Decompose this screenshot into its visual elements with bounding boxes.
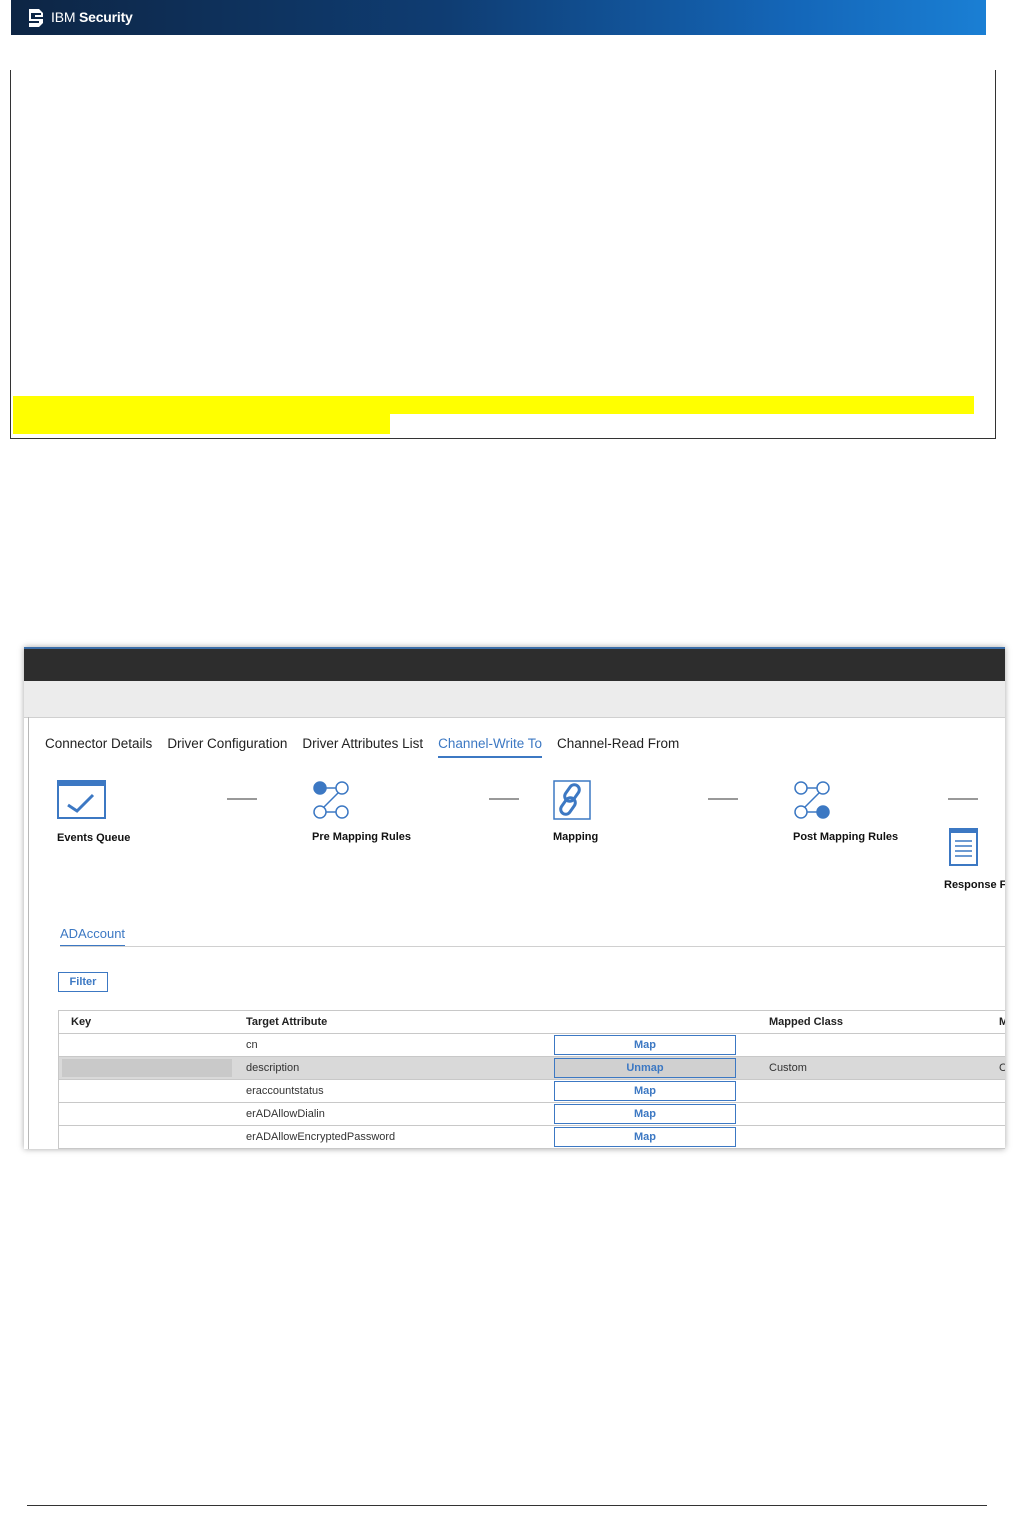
step-response[interactable]: Response F [944,828,1005,891]
target-attribute-cell: eraccountstatus [246,1085,324,1097]
mapped-class-cell: Custom [769,1062,807,1074]
target-attribute-cell: erADAllowDialin [246,1108,325,1120]
highlight-line-1 [13,396,974,414]
brand-suffix: Security [79,9,133,25]
pre-mapping-rules-icon [313,781,349,819]
tab-adaccount[interactable]: ADAccount [60,926,126,947]
tab-driver-attributes-list[interactable]: Driver Attributes List [302,736,423,758]
tab-connector-details[interactable]: Connector Details [45,736,152,758]
map-button[interactable]: Map [554,1035,736,1055]
column-header-truncated[interactable]: M [999,1011,1005,1033]
table-row[interactable]: erADAllowEncryptedPassword Map [59,1126,1005,1149]
step-connector [227,798,257,800]
connector-tabs: Connector Details Driver Configuration D… [45,736,694,758]
events-queue-icon [57,780,106,819]
response-document-icon [949,828,978,866]
app-screenshot: Connector Details Driver Configuration D… [24,647,1005,1149]
table-row[interactable]: cn Map [59,1034,1005,1057]
table-row-selected[interactable]: description Unmap Custom C [59,1057,1005,1080]
step-label: Mapping [553,831,599,843]
unmap-button[interactable]: Unmap [554,1058,736,1078]
step-connector [489,798,519,800]
truncated-cell: C [999,1062,1005,1074]
step-connector [708,798,738,800]
step-pre-mapping-rules[interactable]: Pre Mapping Rules [312,780,411,843]
app-toolbar [24,681,1005,718]
table-row[interactable]: eraccountstatus Map [59,1080,1005,1103]
table-row[interactable]: erADAllowDialin Map [59,1103,1005,1126]
tab-channel-write-to[interactable]: Channel-Write To [438,736,542,758]
app-top-bar [24,647,1005,681]
subtab-divider [60,946,1005,947]
key-input[interactable] [62,1059,232,1077]
step-label: Response F [944,879,1005,891]
step-post-mapping-rules[interactable]: Post Mapping Rules [793,780,898,843]
step-label: Events Queue [57,832,131,844]
target-attribute-cell: erADAllowEncryptedPassword [246,1131,396,1143]
post-mapping-rules-icon [794,781,830,819]
highlighted-note-box [10,70,996,439]
map-button[interactable]: Map [554,1127,736,1147]
step-connector [948,798,978,800]
target-attribute-cell: description [246,1062,300,1074]
brand-text: IBM Security [51,9,133,25]
column-header-mapped-class[interactable]: Mapped Class [769,1011,843,1033]
brand-prefix: IBM [51,9,76,25]
table-header: Key Target Attribute Mapped Class M [59,1011,1005,1034]
target-attribute-cell: cn [246,1039,258,1051]
ibm-security-logo-icon [29,9,43,27]
step-label: Pre Mapping Rules [312,831,412,843]
tab-channel-read-from[interactable]: Channel-Read From [557,736,679,758]
footer-divider [27,1505,987,1506]
mapping-link-icon [553,780,591,820]
highlight-line-2 [13,414,390,434]
attribute-mapping-table: Key Target Attribute Mapped Class M cn M… [58,1010,1005,1149]
column-header-key[interactable]: Key [71,1011,91,1033]
map-button[interactable]: Map [554,1104,736,1124]
map-button[interactable]: Map [554,1081,736,1101]
column-header-target-attribute[interactable]: Target Attribute [246,1011,327,1033]
step-mapping[interactable]: Mapping [553,780,598,843]
left-divider [28,717,29,1149]
tab-driver-configuration[interactable]: Driver Configuration [167,736,287,758]
step-events-queue[interactable]: Events Queue [57,780,130,844]
step-label: Post Mapping Rules [793,831,899,843]
filter-button[interactable]: Filter [58,972,108,992]
ibm-security-banner: IBM Security [11,0,986,35]
